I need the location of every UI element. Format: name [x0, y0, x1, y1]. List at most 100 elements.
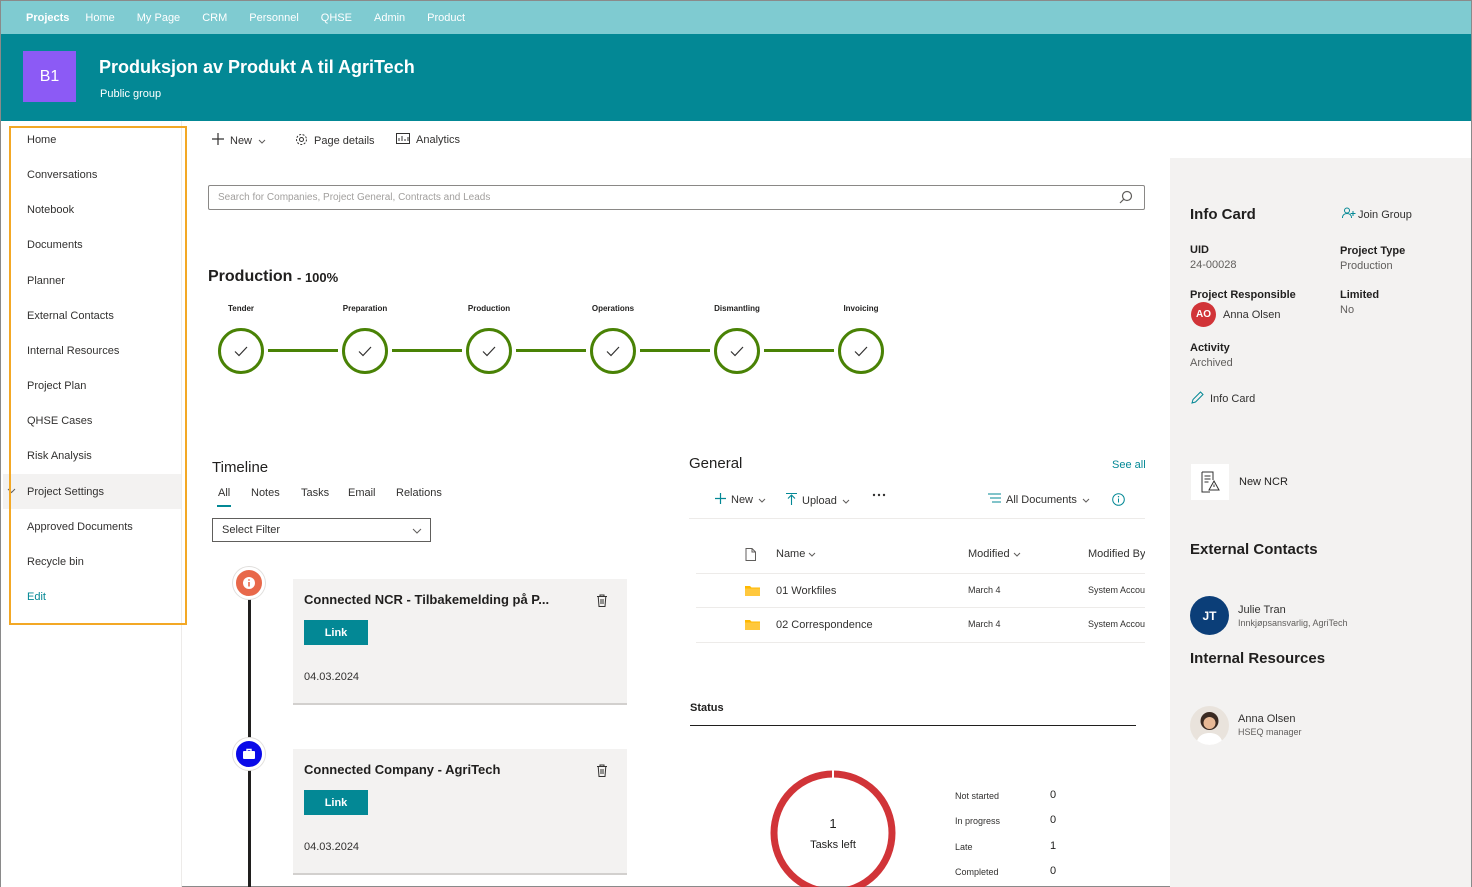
timeline-card-title: Connected NCR - Tilbakemelding på P...: [304, 592, 550, 607]
checkmark-icon[interactable]: [838, 328, 884, 374]
status-in-progress-label: In progress: [955, 816, 1001, 826]
topnav-my-page[interactable]: My Page: [137, 12, 180, 24]
analytics-button[interactable]: Analytics: [396, 133, 460, 147]
briefcase-icon: [233, 738, 265, 770]
sidebar-item-approved-documents[interactable]: Approved Documents: [27, 521, 133, 533]
external-contact-name[interactable]: Julie Tran: [1238, 604, 1286, 616]
column-modified-by[interactable]: Modified By: [1088, 548, 1145, 560]
search-icon[interactable]: [1119, 190, 1133, 207]
status-completed-label: Completed: [955, 867, 999, 877]
chevron-down-icon: [258, 135, 266, 147]
column-name[interactable]: Name: [776, 548, 816, 560]
production-title: Production: [208, 268, 293, 285]
stage-label: Tender: [227, 304, 255, 313]
sidebar-item-internal-resources[interactable]: Internal Resources: [27, 345, 119, 357]
topnav-crm[interactable]: CRM: [202, 12, 227, 24]
activity-value: Archived: [1190, 357, 1233, 369]
column-modified[interactable]: Modified: [968, 548, 1021, 560]
checkmark-icon[interactable]: [590, 328, 636, 374]
status-late-value: 1: [1050, 840, 1057, 852]
tab-tasks[interactable]: Tasks: [301, 487, 329, 499]
tab-all[interactable]: All: [218, 487, 230, 499]
upload-button[interactable]: Upload: [786, 492, 850, 508]
avatar[interactable]: [1190, 706, 1229, 745]
chevron-down-icon[interactable]: [7, 486, 16, 496]
link-button[interactable]: Link: [304, 790, 368, 815]
file-type-icon: [745, 548, 756, 564]
internal-resource-name[interactable]: Anna Olsen: [1238, 713, 1295, 725]
table-row[interactable]: 02 Correspondence March 4 System Account: [696, 608, 1145, 641]
sidebar-item-documents[interactable]: Documents: [27, 239, 83, 251]
page-details-button[interactable]: Page details: [295, 133, 375, 149]
edit-info-card-button[interactable]: Info Card: [1191, 391, 1255, 407]
site-header: B1 Produksjon av Produkt A til AgriTech …: [1, 34, 1471, 121]
docs-new-button[interactable]: New: [715, 493, 766, 507]
internal-resources-title: Internal Resources: [1190, 650, 1326, 667]
uid-label: UID: [1190, 244, 1209, 256]
doc-name[interactable]: 02 Correspondence: [776, 619, 873, 631]
analytics-label: Analytics: [416, 134, 461, 146]
tab-email[interactable]: Email: [348, 487, 376, 499]
tab-relations[interactable]: Relations: [396, 487, 442, 499]
checkmark-icon[interactable]: [714, 328, 760, 374]
project-responsible-name[interactable]: Anna Olsen: [1223, 309, 1280, 321]
timeline-card-title: Connected Company - AgriTech: [304, 762, 501, 777]
new-ncr-icon[interactable]: [1191, 464, 1229, 500]
sidebar-item-project-plan[interactable]: Project Plan: [27, 380, 86, 392]
sidebar-item-qhse-cases[interactable]: QHSE Cases: [27, 415, 92, 427]
topnav-product[interactable]: Product: [427, 12, 465, 24]
folder-icon: [745, 585, 760, 599]
checkmark-icon[interactable]: [466, 328, 512, 374]
stage-label: Preparation: [342, 304, 388, 313]
site-logo[interactable]: B1: [23, 51, 76, 102]
sidebar-item-recycle-bin[interactable]: Recycle bin: [27, 556, 84, 568]
checkmark-icon[interactable]: [218, 328, 264, 374]
doc-modified-by: System Account: [1088, 619, 1145, 629]
uid-value: 24-00028: [1190, 259, 1237, 271]
sidebar-item-project-settings[interactable]: Project Settings: [27, 486, 104, 498]
sidebar-item-risk-analysis[interactable]: Risk Analysis: [27, 450, 92, 462]
stage-connector: [268, 349, 338, 352]
topnav-personnel[interactable]: Personnel: [249, 12, 299, 24]
trash-icon[interactable]: [596, 764, 608, 780]
avatar[interactable]: AO: [1191, 302, 1216, 327]
new-button[interactable]: New: [212, 133, 266, 148]
timeline-filter-dropdown[interactable]: Select Filter: [212, 518, 431, 542]
site-title: Produksjon av Produkt A til AgriTech: [99, 57, 415, 77]
new-ncr-label[interactable]: New NCR: [1239, 476, 1288, 488]
checkmark-icon[interactable]: [342, 328, 388, 374]
sidebar-item-home[interactable]: Home: [27, 134, 56, 146]
trash-icon[interactable]: [596, 594, 608, 610]
column-modified-label: Modified: [968, 548, 1010, 560]
project-responsible-label: Project Responsible: [1190, 289, 1296, 301]
activity-label: Activity: [1190, 342, 1230, 354]
topnav-projects[interactable]: Projects: [26, 12, 69, 24]
avatar[interactable]: JT: [1190, 596, 1229, 635]
view-selector[interactable]: All Documents: [988, 493, 1090, 506]
sidebar-edit-link[interactable]: Edit: [27, 591, 46, 603]
chevron-down-icon: [1082, 494, 1090, 506]
topnav-qhse[interactable]: QHSE: [321, 12, 352, 24]
sidebar-item-planner[interactable]: Planner: [27, 275, 65, 287]
table-row[interactable]: 01 Workfiles March 4 System Account: [696, 574, 1145, 607]
tab-notes[interactable]: Notes: [251, 487, 280, 499]
doc-name[interactable]: 01 Workfiles: [776, 585, 836, 597]
stage-connector: [516, 349, 586, 352]
see-all-link[interactable]: See all: [1112, 459, 1146, 471]
sidebar-item-conversations[interactable]: Conversations: [27, 169, 97, 181]
sidebar-item-notebook[interactable]: Notebook: [27, 204, 74, 216]
page-details-label: Page details: [314, 135, 375, 147]
search-input[interactable]: Search for Companies, Project General, C…: [208, 185, 1145, 210]
info-circle-icon[interactable]: [1112, 493, 1125, 509]
status-divider: [690, 725, 1136, 726]
join-group-button[interactable]: Join Group: [1342, 207, 1412, 222]
topnav-home[interactable]: Home: [85, 12, 114, 24]
link-button[interactable]: Link: [304, 620, 368, 645]
site-subtitle: Public group: [100, 88, 162, 100]
active-tab-indicator: [217, 505, 231, 507]
person-photo-icon: [1196, 712, 1223, 745]
more-options-icon[interactable]: [872, 493, 886, 497]
chevron-down-icon: [412, 525, 422, 537]
topnav-admin[interactable]: Admin: [374, 12, 405, 24]
sidebar-item-external-contacts[interactable]: External Contacts: [27, 310, 114, 322]
